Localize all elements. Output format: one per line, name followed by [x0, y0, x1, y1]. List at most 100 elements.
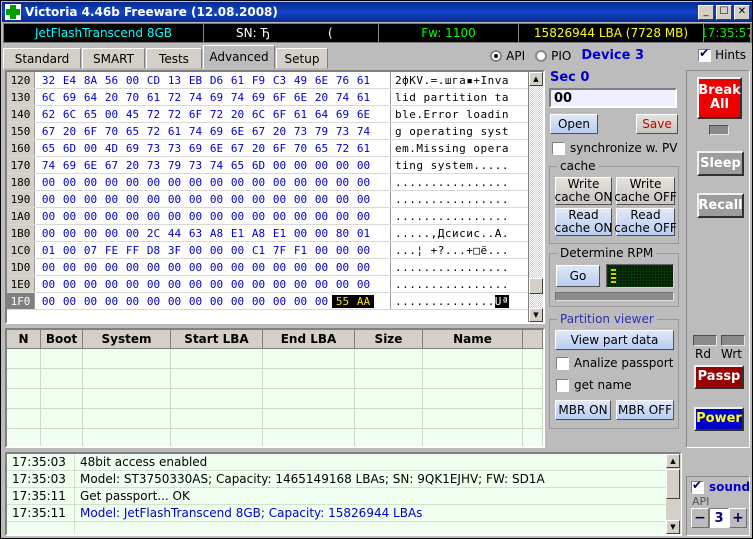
hex-byte[interactable]: 00 [248, 295, 269, 308]
hex-byte[interactable]: 65 [80, 108, 101, 121]
hex-byte[interactable]: 4D [101, 142, 122, 155]
hex-row[interactable]: 150 67 20 6F 70 65 72 61 74 69 6E 67 20 73 79 73 74 g ope… [7, 123, 543, 140]
hex-byte[interactable]: D8 [143, 244, 164, 257]
hex-byte[interactable]: 74 [353, 125, 374, 138]
hex-row-ascii[interactable]: .....,Дсисис..А. [390, 225, 543, 241]
hex-row-bytes[interactable]: 74 69 6E 67 20 73 79 73 74 65 6D 00 00 00 00 00 [35, 157, 390, 173]
hex-byte[interactable]: 61 [164, 125, 185, 138]
read-cache-off-button[interactable]: Read cache OFF [614, 208, 677, 236]
hex-row-ascii[interactable]: ................ [390, 174, 543, 190]
hex-byte[interactable]: 00 [38, 278, 59, 291]
hex-byte[interactable]: 00 [206, 210, 227, 223]
view-part-data-button[interactable]: View part data [555, 330, 674, 350]
hex-byte[interactable]: 73 [143, 142, 164, 155]
minimize-button[interactable]: _ [698, 4, 714, 20]
hex-byte[interactable]: 00 [122, 176, 143, 189]
hex-byte[interactable]: 00 [269, 193, 290, 206]
log-vertical-scrollbar[interactable]: ▲ ▼ [666, 454, 681, 534]
hex-row[interactable]: 130 6C 69 64 20 70 61 72 74 69 74 69 6F 6E 20 74 61 lid p… [7, 89, 543, 106]
hex-byte[interactable]: 55 [332, 294, 353, 308]
hex-byte[interactable]: 69 [59, 159, 80, 172]
maximize-button[interactable]: ☐ [716, 4, 732, 20]
hints-toggle[interactable]: Hints [698, 47, 746, 62]
hex-byte[interactable]: 6F [269, 108, 290, 121]
hex-row-bytes[interactable]: 6C 69 64 20 70 61 72 74 69 74 69 6F 6E 20 74 61 [35, 89, 390, 105]
hex-byte[interactable]: 00 [143, 210, 164, 223]
api-number-stepper[interactable]: − 3 + [691, 508, 747, 528]
hex-row-bytes[interactable]: 00 00 00 00 00 00 00 00 00 00 00 00 00 00 55 AA [35, 293, 390, 309]
hex-byte[interactable]: 00 [290, 278, 311, 291]
hex-byte[interactable]: 20 [122, 159, 143, 172]
hex-byte[interactable]: 65 [227, 159, 248, 172]
save-button[interactable]: Save [636, 114, 678, 134]
hex-byte[interactable]: 00 [59, 193, 80, 206]
hex-byte[interactable]: 00 [269, 176, 290, 189]
read-cache-on-button[interactable]: Read cache ON [555, 208, 612, 236]
hex-byte[interactable]: 00 [332, 261, 353, 274]
hex-byte[interactable]: A8 [248, 227, 269, 240]
hex-byte[interactable]: 20 [227, 108, 248, 121]
hex-byte[interactable]: 00 [227, 193, 248, 206]
hex-byte[interactable]: 00 [80, 295, 101, 308]
hex-byte[interactable]: 00 [122, 261, 143, 274]
hex-row-bytes[interactable]: 00 00 00 00 00 00 00 00 00 00 00 00 00 00 00 00 [35, 276, 390, 292]
hex-byte[interactable]: 49 [290, 74, 311, 87]
hex-byte[interactable]: 00 [332, 244, 353, 257]
hex-byte[interactable]: 00 [143, 295, 164, 308]
hex-byte[interactable]: 00 [80, 278, 101, 291]
hex-byte[interactable]: 00 [80, 176, 101, 189]
hex-byte[interactable]: 00 [38, 261, 59, 274]
hex-byte[interactable]: 69 [122, 142, 143, 155]
hex-byte[interactable]: 00 [101, 176, 122, 189]
hex-byte[interactable]: 00 [353, 261, 374, 274]
rpm-go-button[interactable]: Go [556, 265, 600, 287]
hex-byte[interactable]: 6E [353, 108, 374, 121]
hex-byte[interactable]: 00 [290, 176, 311, 189]
hex-byte[interactable]: 6C [38, 91, 59, 104]
hex-byte[interactable]: 00 [38, 295, 59, 308]
hex-byte[interactable]: 72 [332, 142, 353, 155]
hex-byte[interactable]: 00 [311, 159, 332, 172]
hex-byte[interactable]: 32 [38, 74, 59, 87]
hex-byte[interactable]: 00 [59, 210, 80, 223]
hex-row-ascii[interactable]: em.Missing opera [390, 140, 543, 156]
hex-byte[interactable]: 00 [143, 176, 164, 189]
hex-row-bytes[interactable]: 62 6C 65 00 45 72 72 6F 72 20 6C 6F 61 64 69 6E [35, 106, 390, 122]
open-button[interactable]: Open [550, 114, 598, 134]
hex-byte[interactable]: 00 [206, 176, 227, 189]
hex-byte[interactable]: 56 [101, 74, 122, 87]
hex-byte[interactable]: 00 [164, 295, 185, 308]
hex-byte[interactable]: 00 [269, 295, 290, 308]
hex-byte[interactable]: E1 [269, 227, 290, 240]
hex-byte[interactable]: 00 [332, 210, 353, 223]
hex-byte[interactable]: C3 [269, 74, 290, 87]
write-cache-off-button[interactable]: Write cache OFF [614, 177, 677, 205]
hex-byte[interactable]: 00 [227, 210, 248, 223]
hex-byte[interactable]: 65 [38, 142, 59, 155]
hex-byte[interactable]: 00 [143, 278, 164, 291]
tab-smart[interactable]: SMART [82, 48, 145, 69]
synchronize-pv-row[interactable]: synchronize w. PV [552, 141, 677, 155]
hex-row-ascii[interactable]: ................ [390, 208, 543, 224]
hex-byte[interactable]: 00 [101, 295, 122, 308]
hex-byte[interactable]: 72 [143, 125, 164, 138]
partition-table[interactable]: N Boot System Start LBA End LBA Size Nam… [5, 328, 545, 448]
hex-row-ascii[interactable]: ................ [390, 191, 543, 207]
hex-byte[interactable]: 70 [122, 91, 143, 104]
hex-byte[interactable]: 6E [206, 142, 227, 155]
hex-byte[interactable]: 00 [290, 227, 311, 240]
hex-byte[interactable]: FE [101, 244, 122, 257]
hex-byte[interactable]: 00 [101, 278, 122, 291]
hex-byte[interactable]: 01 [353, 227, 374, 240]
hex-byte[interactable]: 69 [332, 108, 353, 121]
hex-byte[interactable]: D6 [206, 74, 227, 87]
hex-row-ascii[interactable]: ble.Error loadin [390, 106, 543, 122]
hex-byte[interactable]: 72 [164, 108, 185, 121]
table-row[interactable] [7, 429, 543, 446]
hex-byte[interactable]: 00 [227, 176, 248, 189]
tab-setup[interactable]: Setup [276, 48, 328, 69]
hex-byte[interactable]: 00 [164, 210, 185, 223]
hex-byte[interactable]: 00 [353, 159, 374, 172]
api-decrement-button[interactable]: − [691, 508, 709, 528]
hex-byte[interactable]: 00 [227, 278, 248, 291]
